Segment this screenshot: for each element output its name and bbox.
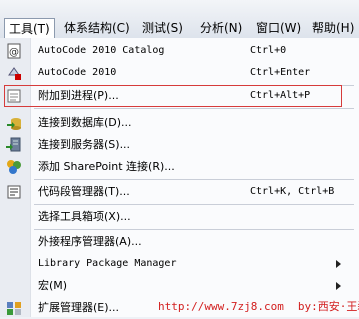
menu-item-autocode[interactable]: AutoCode 2010 Ctrl+Enter [0,62,359,84]
menu-item-choose-toolbox-items[interactable]: 选择工具箱项(X)... [0,206,359,228]
menu-item-connect-server[interactable]: 连接到服务器(S)... [0,134,359,156]
menu-item-label: 代码段管理器(T)... [38,185,130,198]
menu-item-label: 宏(M) [38,279,68,292]
menu-item-label: AutoCode 2010 Catalog [38,45,165,56]
menu-item-shortcut: Ctrl+0 [250,45,287,56]
connect-server-icon [6,137,22,153]
menu-separator [34,108,354,109]
menu-item-autocode-catalog[interactable]: @ AutoCode 2010 Catalog Ctrl+0 [0,40,359,62]
watermark: http://www.7zj8.com by:西安·王磊 [158,298,359,314]
watermark-author: by:西安·王磊 [297,300,359,313]
menu-separator [34,204,354,205]
tools-dropdown-menu: @ AutoCode 2010 Catalog Ctrl+0 AutoCode … [0,38,359,317]
connect-database-icon [6,115,22,131]
submenu-arrow-icon [336,282,341,290]
menu-item-add-sharepoint[interactable]: 添加 SharePoint 连接(R)... [0,156,359,178]
menu-separator [34,229,354,230]
menu-item-label: 连接到数据库(D)... [38,116,132,129]
sharepoint-icon [6,159,22,175]
menu-item-label: 外接程序管理器(A)... [38,235,142,248]
menu-item-label: 添加 SharePoint 连接(R)... [38,160,175,173]
menu-item-addin-manager[interactable]: 外接程序管理器(A)... [0,231,359,253]
menu-architecture[interactable]: 体系结构(C) [60,18,134,38]
attach-process-icon [6,88,22,104]
menu-item-label: 连接到服务器(S)... [38,138,131,151]
submenu-arrow-icon [336,260,341,268]
menu-item-shortcut: Ctrl+Enter [250,67,311,78]
svg-text:@: @ [9,47,19,58]
menu-item-label: AutoCode 2010 [38,67,117,78]
menu-item-macros[interactable]: 宏(M) [0,275,359,297]
menu-item-library-package-manager[interactable]: Library Package Manager [0,253,359,275]
menu-window[interactable]: 窗口(W) [252,18,305,38]
code-snippet-icon [6,184,22,200]
menu-item-label: 选择工具箱项(X)... [38,210,131,223]
menu-item-label: Library Package Manager [38,258,177,269]
menu-item-connect-database[interactable]: 连接到数据库(D)... [0,112,359,134]
menu-help[interactable]: 帮助(H) [308,18,358,38]
watermark-url: http://www.7zj8.com [158,300,284,313]
menu-tools[interactable]: 工具(T) [4,18,55,39]
menu-separator [34,179,354,180]
extension-manager-icon [6,300,22,316]
menu-item-attach-to-process[interactable]: 附加到进程(P)... Ctrl+Alt+P [0,85,359,107]
autocode-icon [6,65,22,81]
menu-item-shortcut: Ctrl+K, Ctrl+B [250,186,335,197]
menu-item-shortcut: Ctrl+Alt+P [250,90,311,101]
menu-bar: 工具(T) 体系结构(C) 测试(S) 分析(N) 窗口(W) 帮助(H) [0,0,359,39]
menu-item-label: 附加到进程(P)... [38,89,119,102]
menu-item-label: 扩展管理器(E)... [38,301,120,314]
menu-test[interactable]: 测试(S) [138,18,187,38]
autocode-catalog-icon: @ [6,43,22,59]
menu-item-code-snippets-manager[interactable]: 代码段管理器(T)... Ctrl+K, Ctrl+B [0,181,359,203]
menu-analyze[interactable]: 分析(N) [196,18,246,38]
